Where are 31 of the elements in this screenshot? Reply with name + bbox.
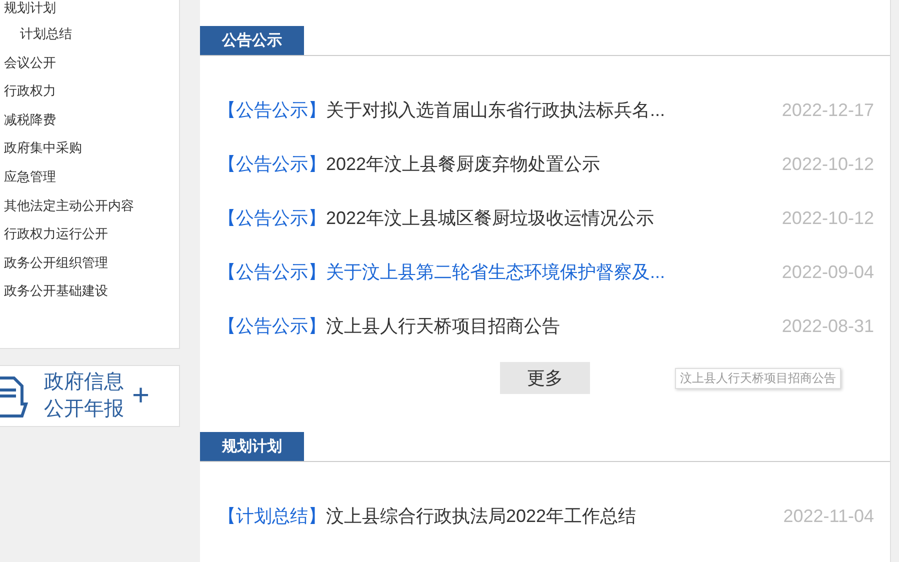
news-date: 2022-11-04 (783, 506, 874, 526)
section-tab[interactable]: 规划计划 (200, 432, 304, 461)
banner-title: 政府信息 (44, 370, 124, 395)
document-icon (0, 374, 28, 418)
sidebar-subitem[interactable]: 计划总结 (4, 20, 179, 49)
news-link[interactable]: 【公告公示】关于汶上县第二轮省生态环境保护督察及... (218, 260, 666, 284)
plus-icon: + (132, 379, 150, 413)
more-button[interactable]: 更多 (500, 362, 590, 394)
news-date: 2022-09-04 (782, 262, 874, 282)
banner-title: 公开年报 (44, 397, 124, 422)
tooltip: 汶上县人行天桥项目招商公告 (675, 368, 841, 389)
news-date: 2022-10-12 (782, 208, 874, 228)
news-date: 2022-12-17 (782, 100, 874, 120)
sidebar-item[interactable]: 其他法定主动公开内容 (4, 192, 179, 220)
section-tab[interactable]: 公告公示 (200, 26, 304, 55)
news-link[interactable]: 【计划总结】汶上县综合行政执法局2022年工作总结 (218, 504, 636, 528)
news-link[interactable]: 【公告公示】2022年汶上县餐厨废弃物处置公示 (218, 152, 600, 176)
sidebar-item[interactable]: 政务公开基础建设 (4, 277, 179, 306)
sidebar-item[interactable]: 减税降费 (4, 106, 179, 134)
sidebar-item[interactable]: 会议公开 (4, 48, 179, 78)
sidebar-item[interactable]: 政府集中采购 (4, 134, 179, 163)
sidebar-item[interactable]: 行政权力 (4, 77, 179, 106)
news-date: 2022-08-31 (782, 316, 874, 336)
sidebar-item[interactable]: 规划计划 (4, 0, 179, 20)
sidebar-item[interactable]: 政务公开组织管理 (4, 248, 179, 278)
news-link[interactable]: 【公告公示】汶上县人行天桥项目招商公告 (218, 314, 560, 338)
news-link[interactable]: 【公告公示】2022年汶上县城区餐厨垃圾收运情况公示 (218, 206, 654, 230)
sidebar-item[interactable]: 应急管理 (4, 162, 179, 192)
news-link[interactable]: 【公告公示】关于对拟入选首届山东省行政执法标兵名... (218, 98, 666, 122)
news-date: 2022-10-12 (782, 154, 874, 174)
sidebar-item[interactable]: 行政权力运行公开 (4, 220, 179, 249)
